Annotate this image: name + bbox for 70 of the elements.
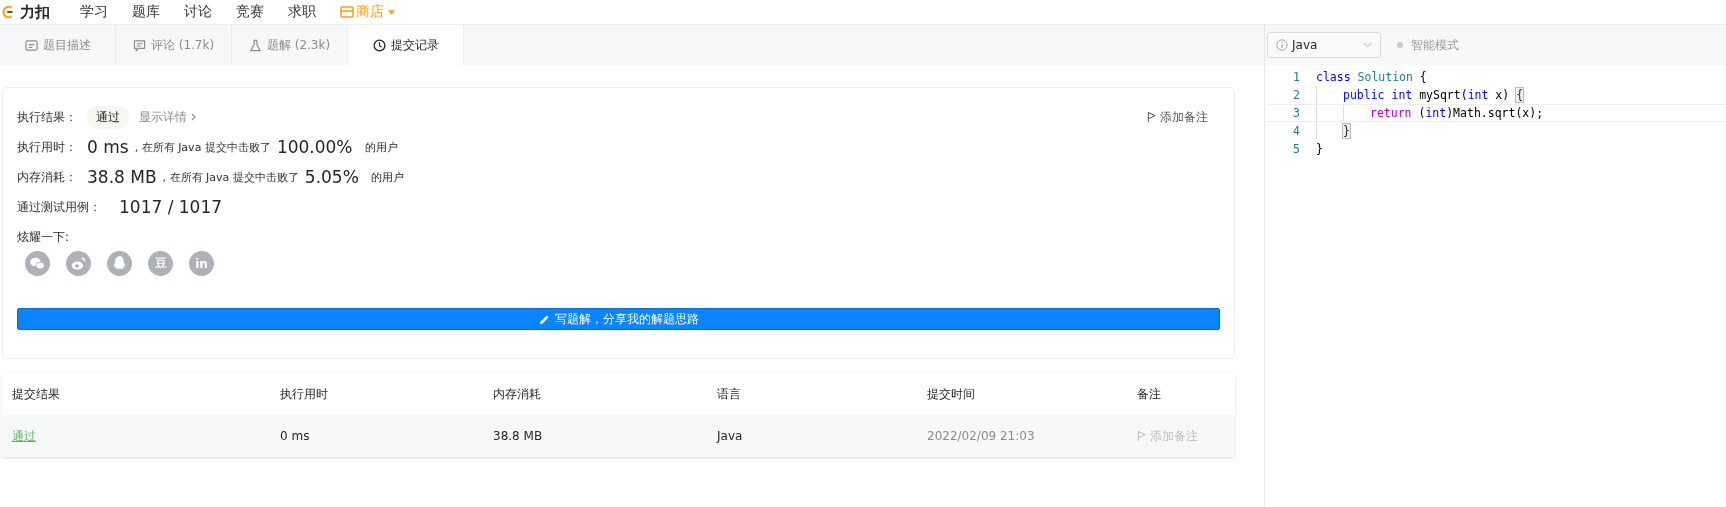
line-number: 2 [1292,88,1301,102]
table-cell-text: 38.8 MB [492,429,544,443]
stat-value: 38.8 MB [87,167,157,187]
flask-icon [248,38,262,52]
code-line: public int mySqrt(int x) { [1343,88,1524,102]
share-button[interactable]: in [189,251,214,276]
code-line: } [1316,142,1323,156]
share-label: 炫耀一下: [17,230,70,245]
table-cell-text: Java [715,429,744,443]
field-label: 执行结果： [17,109,78,125]
field-label: 通过测试用例： [17,199,101,215]
pencil-icon [538,313,550,325]
code-line: class Solution { [1316,70,1427,84]
weibo-icon[interactable] [66,251,91,276]
column-header: 内存消耗 [492,385,542,403]
line-number: 4 [1292,124,1301,138]
share-button[interactable]: 豆 [148,251,173,276]
add-note-link[interactable]: 添加备注 [1147,108,1208,126]
stat-value: 0 ms [87,137,129,157]
logo-icon [2,5,16,19]
field-label: 内存消耗： [17,169,78,185]
line-number: 1 [1292,70,1301,84]
field-label: 执行用时： [17,139,78,155]
penguin-icon[interactable] [107,251,132,276]
chevron-icon [1363,42,1372,48]
clock-icon [372,38,386,52]
write-solution-button[interactable]: 写题解，分享我的解题思路 [17,308,1220,330]
nav-link[interactable]: 求职 [288,3,316,21]
table-cell-text: 2022/02/09 21:03 [926,429,1036,443]
language-dropdown[interactable]: Java [1267,32,1381,58]
nav-link[interactable]: 竞赛 [236,3,264,21]
flag-icon [1147,111,1156,123]
code-line: return (int)Math.sqrt(x); [1370,106,1544,120]
stat-text: 的用户 [370,169,404,185]
column-header: 提交结果 [11,385,61,403]
tab[interactable]: 评论 (1.7k) [116,25,232,65]
smart-mode-toggle[interactable]: 智能模式 [1397,36,1459,54]
stat-text: , 在所有 Java 提交中击败了 [134,139,271,155]
column-header: 执行用时 [279,385,329,403]
nav-link[interactable]: 学习 [80,3,108,21]
column-header: 备注 [1136,385,1162,403]
stat-text: 的用户 [364,139,398,155]
tests-value: 1017 / 1017 [119,197,223,217]
nav-link[interactable]: 讨论 [184,3,212,21]
details-link[interactable]: 显示详情 [139,108,196,126]
line-number: 3 [1292,106,1301,120]
flag-icon [1137,430,1146,442]
store-icon [340,6,354,18]
comment-icon [132,38,146,52]
column-header: 提交时间 [926,385,976,403]
store-link[interactable]: 商店 [340,3,395,21]
nav-link[interactable]: 题库 [132,3,160,21]
caret-icon [388,9,395,15]
stat-percent: 5.05% [304,167,359,187]
info-icon [1276,39,1288,51]
tab[interactable]: 题目描述 [0,25,116,65]
add-note-link[interactable]: 添加备注 [1127,427,1235,445]
status-badge: 通过 [87,105,129,129]
table-cell-text: 0 ms [279,429,311,443]
doc-icon [24,38,38,52]
tab[interactable]: 提交记录 [348,25,464,65]
result-link[interactable]: 通过 [2,427,270,445]
code-editor[interactable]: 1 class Solution { 2 public int mySqrt(int x) { 3 return (int)Math.sqrt(x); 4 } 5 } [1267,65,1726,506]
wechat-icon[interactable] [25,251,50,276]
column-header: 语言 [716,385,742,403]
logo-text[interactable]: 力扣 [20,2,50,22]
line-number: 5 [1292,142,1301,156]
chevron-icon [191,113,196,121]
stat-percent: 100.00% [276,137,353,157]
stat-text: , 在所有 Java 提交中击败了 [162,169,299,185]
